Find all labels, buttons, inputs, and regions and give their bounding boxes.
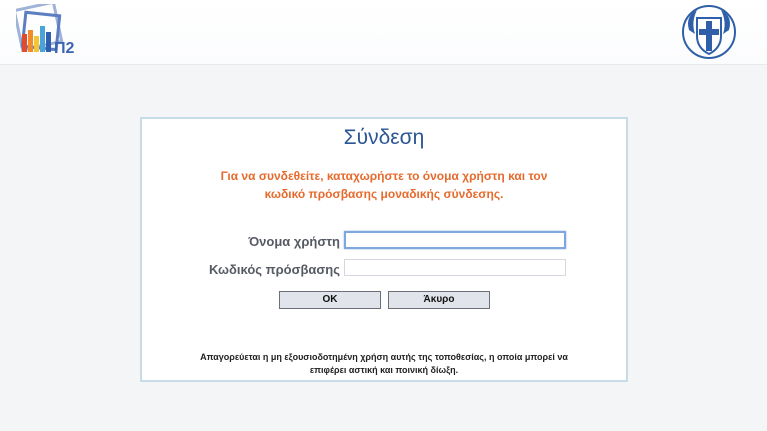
instructions-line-2: κωδικό πρόσβασης μοναδικής σύνδεσης.	[264, 187, 504, 201]
site-logo-icon[interactable]: Π2	[12, 0, 78, 60]
username-label: Όνομα χρήστη	[248, 234, 340, 249]
page-header: Π2	[0, 0, 767, 65]
legal-warning: Απαγορεύεται η μη εξουσιοδοτημένη χρήση …	[152, 351, 616, 377]
username-input[interactable]	[344, 231, 566, 249]
login-instructions: Για να συνδεθείτε, καταχωρήστε το όνομα …	[152, 167, 616, 203]
warning-line-2: επιφέρει αστική και ποινική δίωξη.	[309, 365, 459, 375]
login-panel: Σύνδεση Για να συνδεθείτε, καταχωρήστε τ…	[140, 117, 628, 382]
login-title: Σύνδεση	[343, 126, 425, 149]
greek-coat-of-arms-icon	[681, 2, 737, 62]
svg-text:Π2: Π2	[54, 40, 75, 57]
instructions-line-1: Για να συνδεθείτε, καταχωρήστε το όνομα …	[220, 169, 548, 183]
warning-line-1: Απαγορεύεται η μη εξουσιοδοτημένη χρήση …	[200, 352, 568, 362]
password-input[interactable]	[344, 259, 566, 276]
cancel-button[interactable]: Άκυρο	[388, 291, 490, 309]
password-label: Κωδικός πρόσβασης	[208, 262, 340, 277]
ok-button[interactable]: OK	[279, 291, 381, 309]
